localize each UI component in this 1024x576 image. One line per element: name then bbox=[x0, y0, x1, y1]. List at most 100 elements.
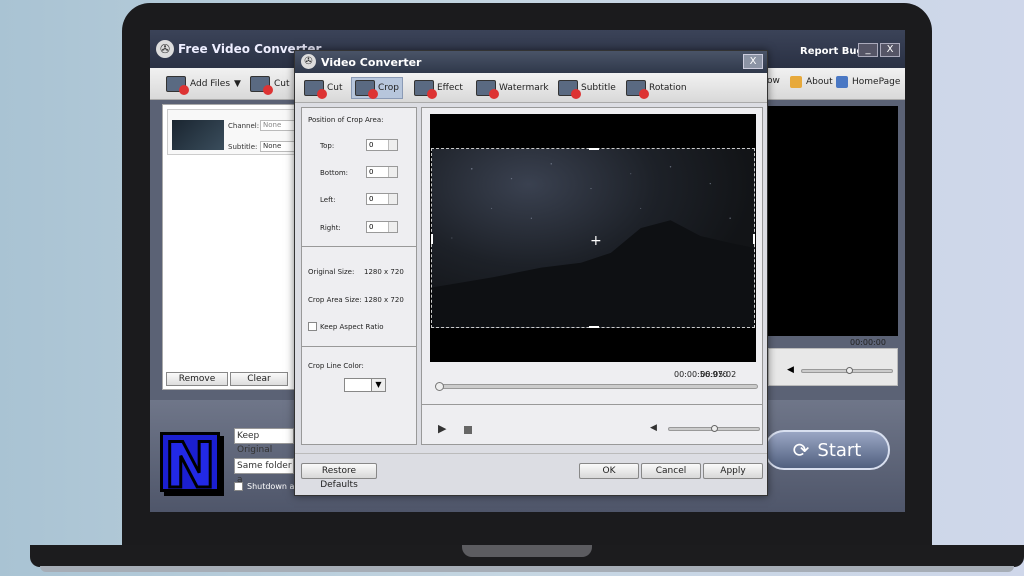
seek-knob[interactable] bbox=[435, 382, 444, 391]
keep-aspect-ratio-checkbox[interactable] bbox=[308, 322, 317, 331]
about-button[interactable]: About bbox=[790, 76, 833, 88]
right-video-preview bbox=[768, 106, 898, 336]
divider bbox=[295, 453, 767, 454]
cut-label: Cut bbox=[274, 79, 290, 89]
crop-right-spinner[interactable]: 0 bbox=[366, 221, 398, 233]
crop-handle-bottom[interactable] bbox=[589, 326, 599, 328]
apply-button[interactable]: Apply bbox=[703, 463, 763, 479]
volume-slider[interactable] bbox=[801, 367, 893, 374]
right-volume-bar: ◀ bbox=[768, 348, 898, 386]
output-format-select[interactable]: Keep Original bbox=[234, 428, 294, 455]
homepage-button[interactable]: HomePage bbox=[836, 76, 900, 88]
dialog-titlebar: ✇ Video Converter X bbox=[295, 51, 767, 73]
keep-aspect-ratio-label: Keep Aspect Ratio bbox=[320, 322, 384, 331]
toolbar-partial-item[interactable]: ow bbox=[767, 76, 780, 86]
crop-area-size-label: Crop Area Size: bbox=[308, 296, 362, 304]
crop-bottom-label: Bottom: bbox=[320, 169, 349, 177]
video-thumbnail bbox=[172, 120, 224, 150]
seek-slider[interactable] bbox=[435, 382, 758, 391]
original-size-value: 1280 x 720 bbox=[364, 268, 404, 276]
crop-right-label: Right: bbox=[320, 224, 341, 232]
output-folder-field[interactable]: Same folder a bbox=[234, 458, 294, 485]
crop-settings-panel: Position of Crop Area: Top: 0 Bottom: 0 … bbox=[301, 107, 417, 445]
close-button[interactable]: X bbox=[880, 43, 900, 57]
crop-left-spinner[interactable]: 0 bbox=[366, 193, 398, 205]
stop-icon[interactable] bbox=[464, 426, 472, 434]
shutdown-option[interactable]: Shutdown a bbox=[234, 482, 294, 491]
crosshair-icon: + bbox=[590, 233, 602, 249]
tab-cut-label: Cut bbox=[327, 83, 343, 93]
crop-handle-left[interactable] bbox=[431, 234, 433, 244]
home-icon bbox=[836, 76, 848, 88]
film-cut-icon bbox=[250, 76, 273, 95]
divider bbox=[302, 346, 416, 347]
crop-position-heading: Position of Crop Area: bbox=[308, 116, 384, 124]
film-crop-icon bbox=[355, 80, 378, 99]
cancel-button[interactable]: Cancel bbox=[641, 463, 701, 479]
volume-knob[interactable] bbox=[846, 367, 853, 374]
crop-selection-box[interactable]: + bbox=[431, 148, 755, 328]
film-reel-icon: ✇ bbox=[156, 40, 174, 58]
crop-preview-area: + 00:00:56.970 00:05:02 ▶ ◀ bbox=[421, 107, 763, 445]
film-effect-icon bbox=[414, 80, 437, 99]
tab-cut[interactable]: Cut bbox=[301, 77, 346, 99]
minimize-button[interactable]: _ bbox=[858, 43, 878, 57]
tab-subtitle[interactable]: Subtitle bbox=[555, 77, 619, 99]
channel-label: Channel: bbox=[228, 122, 260, 130]
laptop-notch bbox=[462, 545, 592, 557]
play-icon[interactable]: ▶ bbox=[438, 422, 446, 435]
tab-effect[interactable]: Effect bbox=[411, 77, 466, 99]
dialog-tab-bar: Cut Crop Effect Watermark Subtitle Rotat… bbox=[295, 73, 767, 103]
start-button[interactable]: ⟳ Start bbox=[764, 430, 890, 470]
clear-button[interactable]: Clear bbox=[230, 372, 288, 386]
shutdown-label: Shutdown a bbox=[247, 482, 295, 491]
crop-handle-right[interactable] bbox=[753, 234, 755, 244]
crop-line-color-label: Crop Line Color: bbox=[308, 362, 364, 370]
toolbar-partial-label: ow bbox=[767, 76, 780, 86]
tab-rotation[interactable]: Rotation bbox=[623, 77, 690, 99]
crop-line-color-picker[interactable]: ▼ bbox=[344, 378, 386, 392]
crop-bottom-spinner[interactable]: 0 bbox=[366, 166, 398, 178]
shutdown-checkbox[interactable] bbox=[234, 482, 243, 491]
divider bbox=[422, 404, 762, 405]
restore-defaults-button[interactable]: Restore Defaults bbox=[301, 463, 377, 490]
tab-crop-label: Crop bbox=[378, 83, 400, 93]
homepage-label: HomePage bbox=[852, 77, 901, 87]
caret-down-icon[interactable]: ▼ bbox=[234, 79, 241, 89]
crop-left-label: Left: bbox=[320, 196, 336, 204]
film-subtitle-icon bbox=[558, 80, 581, 99]
tab-rotation-label: Rotation bbox=[649, 83, 687, 93]
crop-area-size-value: 1280 x 720 bbox=[364, 296, 404, 304]
volume-icon[interactable]: ◀ bbox=[787, 365, 794, 375]
tab-watermark[interactable]: Watermark bbox=[473, 77, 552, 99]
volume-knob[interactable] bbox=[711, 425, 718, 432]
add-files-button[interactable]: Add Files ▼ bbox=[166, 76, 241, 95]
crop-handle-top[interactable] bbox=[589, 148, 599, 150]
film-watermark-icon bbox=[476, 80, 499, 99]
video-converter-dialog: ✇ Video Converter X Cut Crop Effect Wate… bbox=[294, 50, 768, 496]
tab-crop[interactable]: Crop bbox=[351, 77, 404, 99]
start-label: Start bbox=[817, 439, 862, 461]
volume-icon[interactable]: ◀ bbox=[650, 423, 657, 433]
dialog-close-button[interactable]: X bbox=[743, 54, 763, 69]
dialog-title: Video Converter bbox=[321, 56, 422, 69]
crop-top-spinner[interactable]: 0 bbox=[366, 139, 398, 151]
refresh-icon: ⟳ bbox=[792, 438, 810, 462]
divider bbox=[302, 246, 416, 247]
award-icon bbox=[790, 76, 802, 88]
film-reel-icon: ✇ bbox=[301, 54, 316, 69]
remove-button[interactable]: Remove bbox=[166, 372, 228, 386]
video-preview: + bbox=[430, 114, 756, 362]
ok-button[interactable]: OK bbox=[579, 463, 639, 479]
cut-button[interactable]: Cut bbox=[250, 76, 290, 95]
chevron-down-icon[interactable]: ▼ bbox=[371, 379, 385, 391]
film-rotation-icon bbox=[626, 80, 649, 99]
original-size-label: Original Size: bbox=[308, 268, 355, 276]
keep-aspect-ratio-option[interactable]: Keep Aspect Ratio bbox=[308, 322, 384, 331]
crop-top-label: Top: bbox=[320, 142, 335, 150]
volume-slider[interactable] bbox=[668, 425, 760, 432]
film-cut-icon bbox=[304, 80, 327, 99]
subtitle-label: Subtitle: bbox=[228, 143, 258, 151]
tab-watermark-label: Watermark bbox=[499, 83, 549, 93]
laptop-base-edge bbox=[40, 566, 1014, 572]
